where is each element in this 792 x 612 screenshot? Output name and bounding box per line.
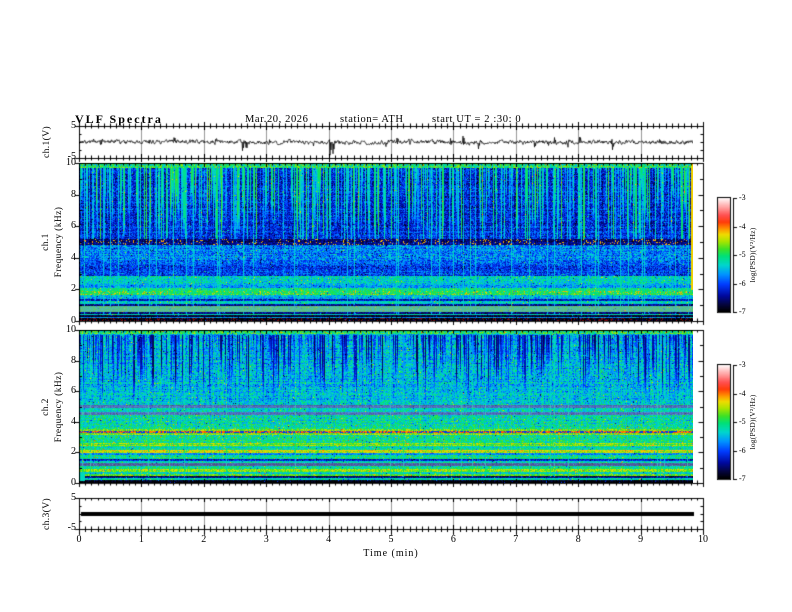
freq-tick-label: 4 bbox=[71, 415, 76, 427]
freq-tick-label: 6 bbox=[71, 220, 76, 232]
colorbar-tick-label: -4 bbox=[739, 388, 746, 398]
freq-tick-label: 2 bbox=[71, 446, 76, 458]
x-tick-label: 8 bbox=[575, 534, 581, 545]
colorbar-tick-label: -6 bbox=[739, 445, 746, 455]
y-axis-label-ch3-voltage: ch.3(V) bbox=[42, 497, 52, 530]
colorbar-tick-label: -3 bbox=[739, 193, 746, 202]
x-tick-label: 0 bbox=[76, 534, 82, 545]
colorbar-tick-label: -5 bbox=[739, 250, 746, 259]
x-tick-label: 6 bbox=[450, 534, 456, 545]
voltage-tick-label: -5 bbox=[67, 522, 76, 533]
y-axis-label-ch2-frequency: Frequency (kHz) bbox=[54, 371, 64, 442]
plot-station: station= ATH bbox=[340, 114, 404, 125]
vlf-spectra-figure: VLF Spectra Mar.20, 2026 station= ATH st… bbox=[0, 0, 792, 612]
freq-tick-label: 8 bbox=[71, 188, 76, 200]
x-tick-label: 1 bbox=[138, 534, 144, 545]
voltage-tick-label: 5 bbox=[71, 120, 76, 131]
plot-date: Mar.20, 2026 bbox=[245, 114, 309, 125]
plot-title: VLF Spectra bbox=[75, 112, 163, 126]
colorbar-tick-label: -5 bbox=[739, 417, 746, 426]
x-tick-label: 4 bbox=[326, 534, 332, 545]
voltage-tick-label: 5 bbox=[71, 492, 76, 503]
colorbar-tick-label: -6 bbox=[739, 278, 746, 288]
voltage-tick-label: -5 bbox=[67, 151, 76, 162]
x-tick-label: 3 bbox=[263, 534, 269, 545]
colorbar-tick-label: -7 bbox=[739, 307, 746, 316]
freq-tick-label: 6 bbox=[71, 385, 76, 397]
colorbar-tick-label: -4 bbox=[739, 221, 746, 231]
x-tick-label: 5 bbox=[388, 534, 394, 545]
freq-tick-label: 2 bbox=[71, 283, 76, 295]
x-tick-label: 7 bbox=[513, 534, 519, 545]
x-axis-title: Time (min) bbox=[363, 548, 419, 559]
y-axis-label-ch1-frequency: Frequency (kHz) bbox=[54, 206, 64, 278]
plot-start-ut: start UT = 2 :30: 0 bbox=[432, 114, 522, 125]
y-axis-label-ch1-voltage: ch.1(V) bbox=[42, 125, 52, 159]
y-axis-label-ch1: ch.1 bbox=[41, 233, 51, 251]
y-axis-label-ch2: ch.2 bbox=[41, 397, 51, 416]
freq-tick-label: 4 bbox=[71, 251, 76, 263]
colorbar-tick-label: -3 bbox=[739, 360, 746, 369]
x-tick-label: 10 bbox=[698, 534, 708, 545]
freq-tick-label: 0 bbox=[71, 477, 76, 488]
x-tick-label: 9 bbox=[638, 534, 644, 545]
colorbar-tick-label: -7 bbox=[739, 474, 746, 483]
freq-tick-label: 10 bbox=[66, 324, 76, 335]
x-tick-label: 2 bbox=[201, 534, 207, 545]
freq-tick-label: 8 bbox=[71, 354, 76, 366]
axes-frame bbox=[0, 0, 792, 612]
